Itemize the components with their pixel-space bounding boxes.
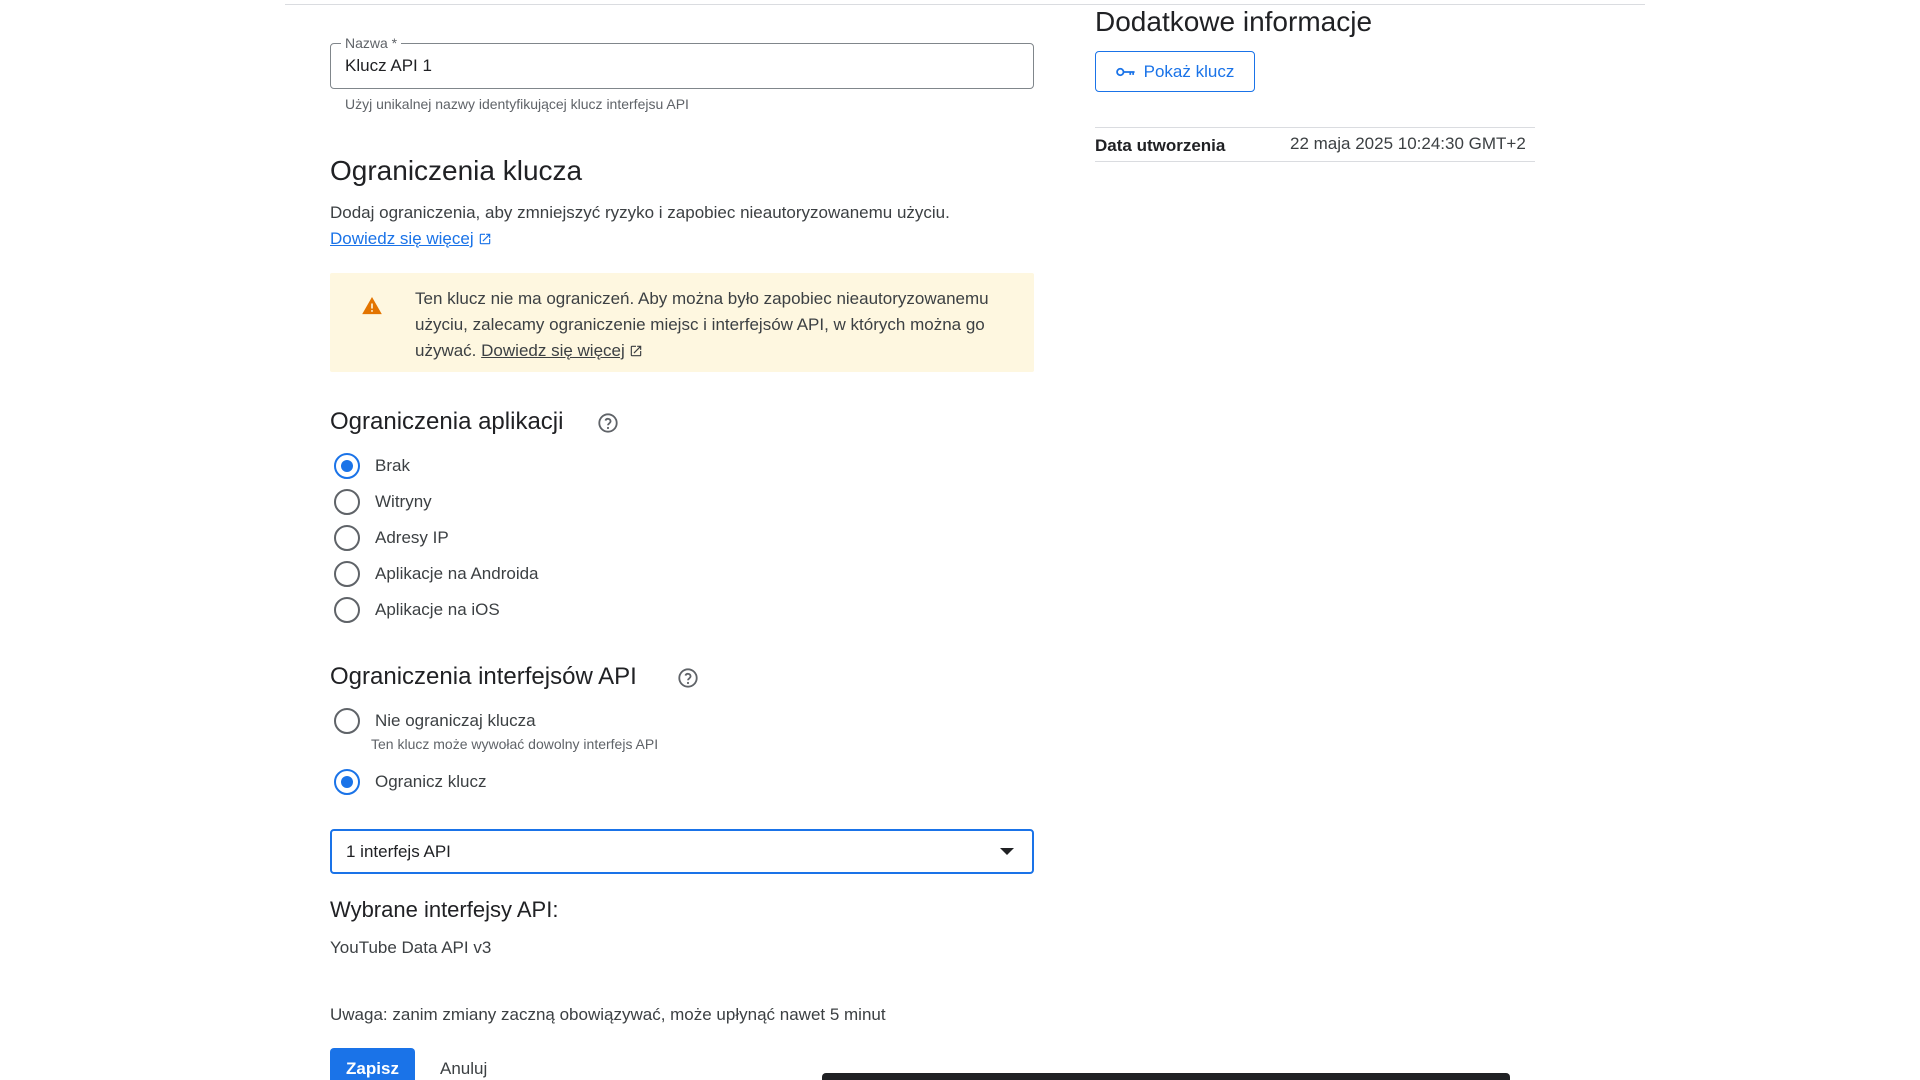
save-button[interactable]: Zapisz — [330, 1048, 415, 1080]
radio-app-ip[interactable]: Adresy IP — [334, 525, 449, 551]
select-value: 1 interfejs API — [346, 842, 451, 861]
open-in-new-icon — [630, 345, 642, 357]
open-in-new-icon — [479, 233, 490, 245]
radio-sublabel: Ten klucz może wywołać dowolny interfejs… — [371, 736, 659, 752]
radio-app-none[interactable]: Brak — [334, 453, 410, 479]
radio-label: Adresy IP — [375, 528, 449, 547]
radio-label: Brak — [375, 456, 410, 475]
show-key-button[interactable]: Pokaż klucz — [1095, 51, 1255, 92]
dropdown-arrow-icon — [1000, 848, 1014, 855]
key-restrictions-description: Dodaj ograniczenia, aby zmniejszyć ryzyk… — [330, 203, 950, 222]
api-restrictions-title: Ograniczenia interfejsów API — [330, 663, 637, 690]
key-icon — [1115, 67, 1135, 76]
radio-button[interactable] — [334, 489, 360, 515]
radio-label: Aplikacje na Androida — [375, 564, 539, 583]
created-date-value: 22 maja 2025 10:24:30 GMT+2 — [1290, 134, 1526, 153]
radio-api-restrict[interactable]: Ogranicz klucz — [334, 769, 486, 795]
radio-button[interactable] — [334, 525, 360, 551]
radio-app-android[interactable]: Aplikacje na Androida — [334, 561, 539, 587]
radio-api-no-restrict[interactable]: Nie ograniczaj klucza — [334, 708, 536, 734]
radio-label: Ogranicz klucz — [375, 772, 487, 791]
additional-info-title: Dodatkowe informacje — [1095, 6, 1373, 37]
propagation-notice: Uwaga: zanim zmiany zaczną obowiązywać, … — [330, 1005, 886, 1024]
app-restrictions-title: Ograniczenia aplikacji — [330, 408, 564, 435]
radio-button[interactable] — [334, 597, 360, 623]
warning-icon — [362, 297, 382, 315]
api-select-dropdown[interactable]: 1 interfejs API — [330, 829, 1034, 874]
warning-text: Ten klucz nie ma ograniczeń. Aby można b… — [415, 286, 1005, 364]
radio-button[interactable] — [334, 453, 360, 479]
radio-button[interactable] — [334, 708, 360, 734]
selected-apis-title: Wybrane interfejsy API: — [330, 897, 559, 922]
warning-banner: Ten klucz nie ma ograniczeń. Aby można b… — [330, 273, 1034, 372]
top-divider — [285, 4, 1645, 5]
warning-learn-more-link[interactable]: Dowiedz się więcej — [481, 341, 625, 360]
key-restrictions-learn-more[interactable]: Dowiedz się więcej — [330, 229, 492, 249]
radio-button[interactable] — [334, 769, 360, 795]
name-hint: Użyj unikalnej nazwy identyfikującej klu… — [345, 96, 689, 112]
show-key-label: Pokaż klucz — [1143, 61, 1235, 81]
snackbar — [822, 1073, 1510, 1080]
name-field[interactable]: Nazwa * — [330, 35, 1034, 89]
cancel-button[interactable]: Anuluj — [432, 1048, 495, 1080]
key-restrictions-title: Ograniczenia klucza — [330, 155, 583, 186]
created-date-label: Data utworzenia — [1095, 136, 1226, 155]
info-divider — [1095, 161, 1535, 162]
api-key-edit-page: Nazwa * Użyj unikalnej nazwy identyfikuj… — [0, 0, 1920, 1080]
name-input[interactable] — [345, 44, 1019, 88]
help-icon[interactable] — [597, 412, 619, 434]
radio-label: Aplikacje na iOS — [375, 600, 500, 619]
radio-label: Witryny — [375, 492, 432, 511]
help-icon[interactable] — [677, 667, 699, 689]
learn-more-link[interactable]: Dowiedz się więcej — [330, 229, 474, 248]
info-divider — [1095, 127, 1535, 128]
radio-label: Nie ograniczaj klucza — [375, 711, 536, 730]
radio-app-websites[interactable]: Witryny — [334, 489, 432, 515]
selected-api-item: YouTube Data API v3 — [330, 938, 492, 957]
radio-app-ios[interactable]: Aplikacje na iOS — [334, 597, 500, 623]
radio-button[interactable] — [334, 561, 360, 587]
